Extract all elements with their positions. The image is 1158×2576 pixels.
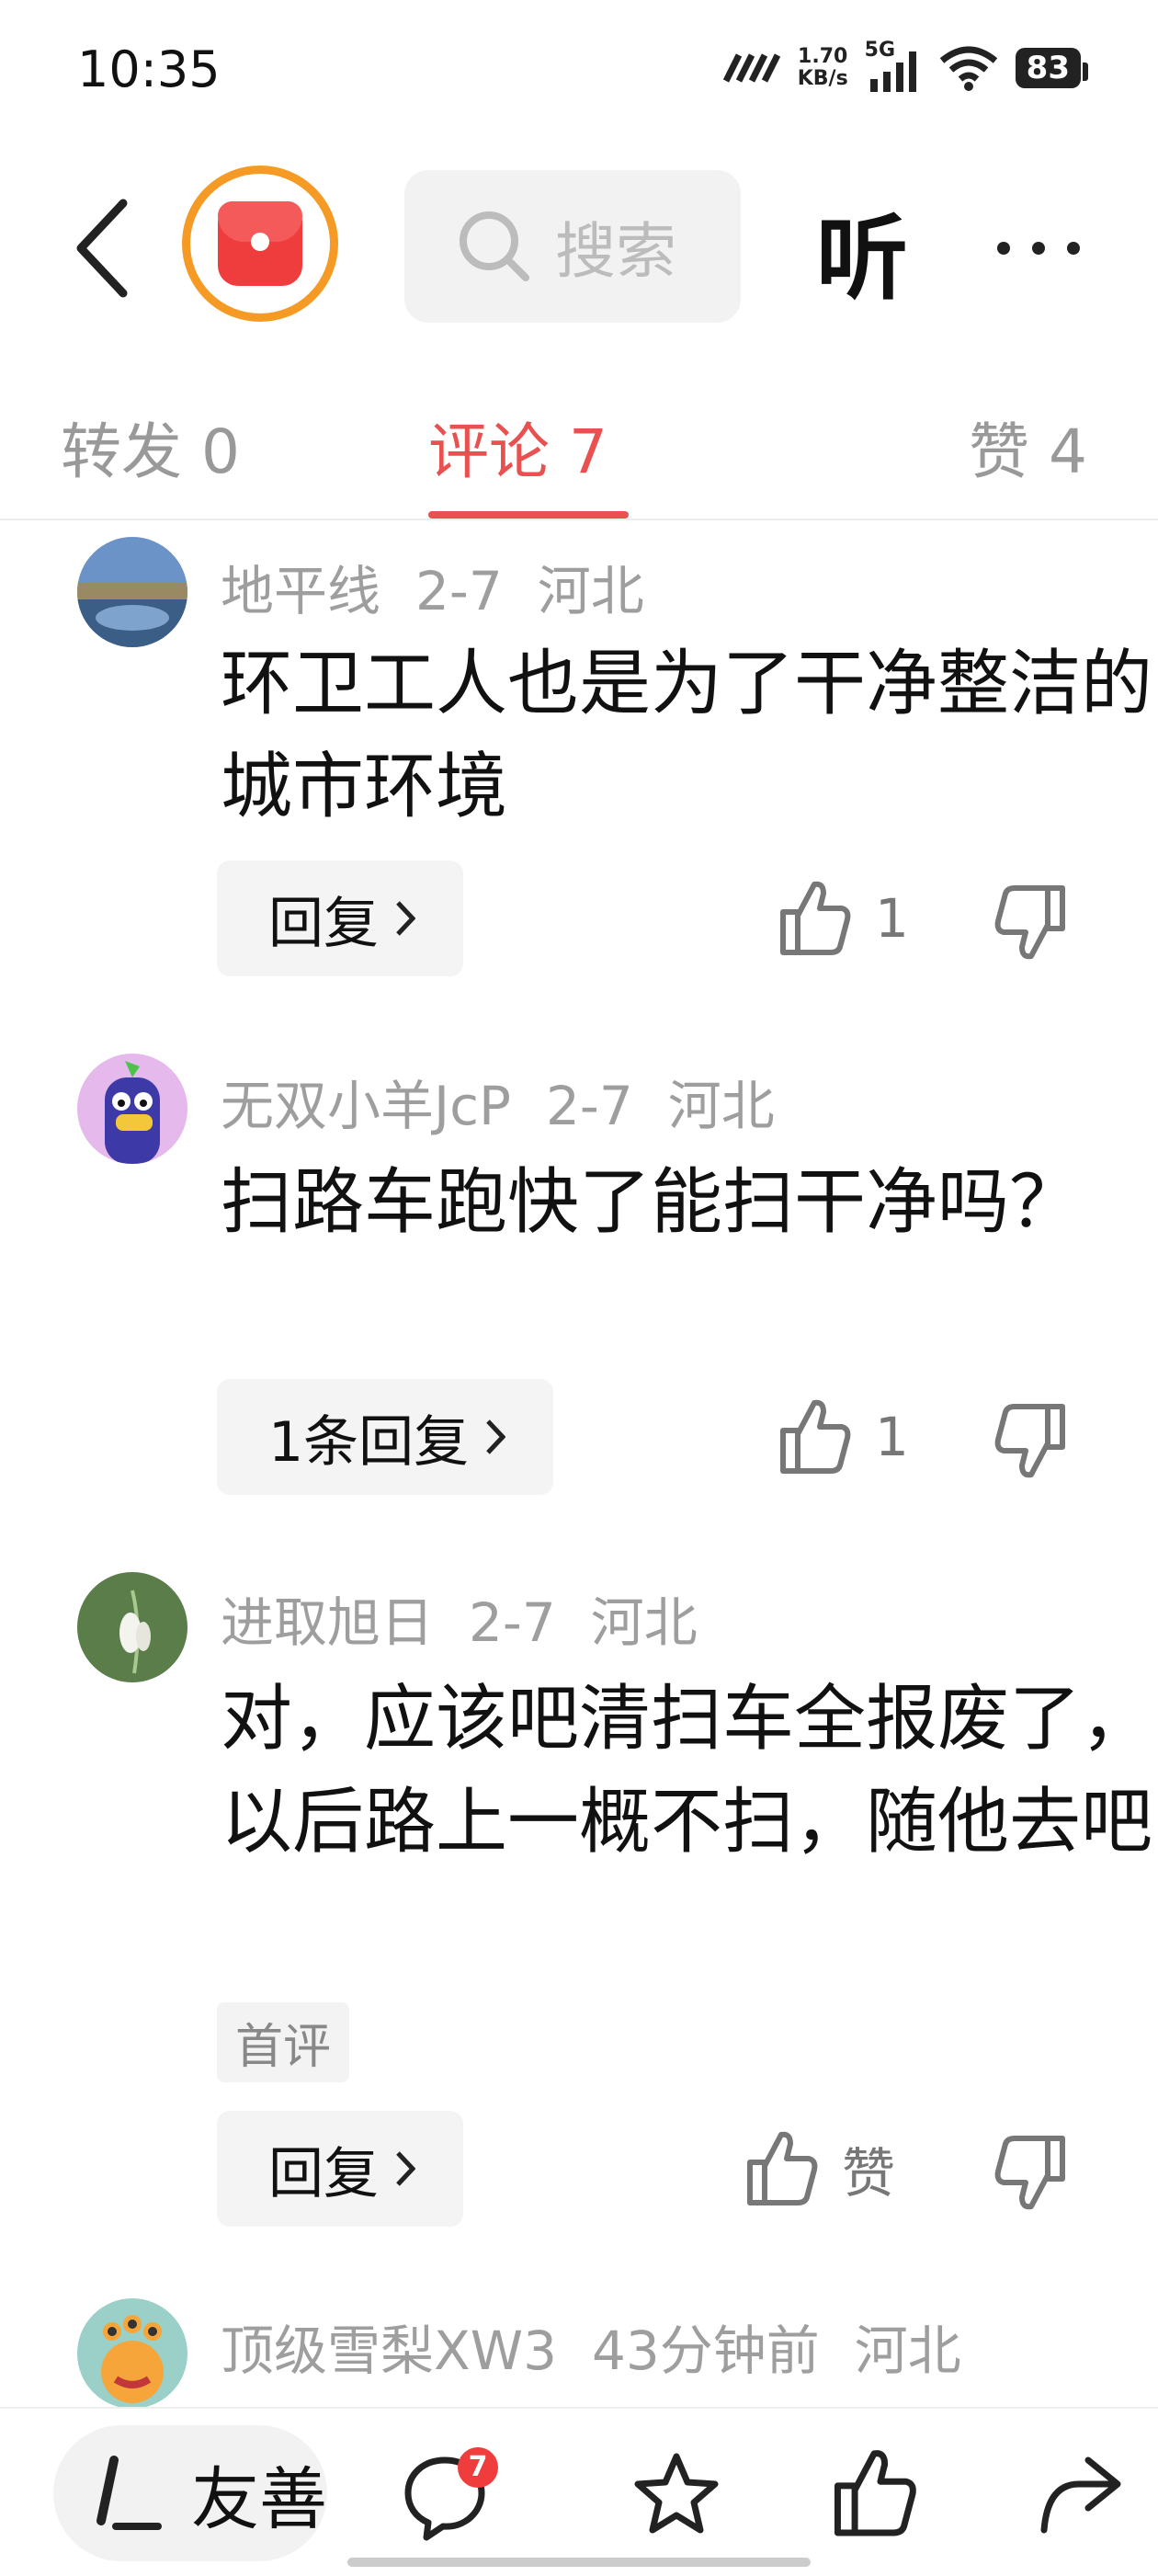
reply-button[interactable]: 回复 [217, 2111, 463, 2227]
active-tab-indicator [428, 511, 629, 519]
comment-username[interactable]: 地平线 [221, 560, 380, 622]
thumbs-up-icon [834, 2450, 916, 2536]
comment-text: 环卫工人也是为了干净整洁的城市环境 [221, 643, 1153, 828]
home-indicator[interactable] [347, 2558, 811, 2567]
search-placeholder: 搜索 [555, 216, 676, 287]
back-arrow-icon [76, 199, 128, 298]
comment-avatar[interactable] [77, 1054, 187, 1164]
comment-location: 河北 [667, 1075, 775, 1137]
thumbs-up-icon [780, 881, 851, 955]
battery-indicator: 83 [1015, 48, 1089, 88]
comment-count-badge: 7 [458, 2447, 498, 2488]
tab-likes[interactable]: 赞 4 [969, 403, 1087, 491]
back-button[interactable] [64, 193, 138, 303]
comment-location: 河北 [854, 2320, 961, 2382]
dislike-button[interactable] [994, 883, 1068, 965]
tab-divider [0, 519, 1158, 520]
status-icons: 1.70 KB/s 5G 83 [722, 39, 1089, 96]
comment-date: 43分钟前 [591, 2320, 820, 2382]
tab-repost[interactable]: 转发 0 [61, 403, 240, 491]
net-speed: 1.70 KB/s [797, 45, 848, 90]
chevron-right-icon [396, 901, 415, 936]
share-icon [1040, 2456, 1121, 2534]
comment-avatar[interactable] [77, 1572, 187, 1682]
signal-icon: 5G [865, 39, 922, 94]
thumbs-up-icon [747, 2131, 818, 2206]
star-icon [634, 2453, 719, 2534]
favorite-button[interactable] [630, 2449, 722, 2545]
comment-text: 扫路车跑快了能扫干净吗？ [221, 1161, 1082, 1244]
search-icon [460, 211, 529, 281]
search-input[interactable]: 搜索 [404, 170, 741, 323]
comment-date: 2-7 [415, 560, 503, 622]
comment-username[interactable]: 顶级雪梨XW3 [221, 2320, 557, 2382]
comment-location: 河北 [590, 1591, 698, 1654]
pen-icon [96, 2456, 162, 2530]
dislike-button[interactable] [994, 2133, 1068, 2216]
like-button[interactable]: 赞 [744, 2129, 895, 2208]
compose-label: 友善 [191, 2459, 327, 2539]
red-envelope-icon [218, 201, 302, 286]
comment-text: 对，应该吧清扫车全报废了，以后路上一概不扫，随他去吧 [221, 1678, 1153, 1864]
reply-button[interactable]: 回复 [217, 861, 463, 976]
thumbs-down-icon [994, 885, 1065, 960]
dislike-button[interactable] [994, 1401, 1068, 1484]
comment-meta: 顶级雪梨XW3 43分钟前 河北 [221, 2308, 996, 2385]
hd-icon [722, 53, 780, 83]
like-button[interactable]: 1 [778, 879, 909, 958]
comment-date: 2-7 [545, 1075, 633, 1137]
comment-avatar[interactable] [77, 2298, 187, 2409]
like-button[interactable]: 1 [778, 1397, 909, 1476]
compose-comment-button[interactable]: 友善 [53, 2425, 327, 2561]
comment-username[interactable]: 进取旭日 [221, 1591, 434, 1654]
author-avatar[interactable] [182, 165, 338, 322]
like-post-button[interactable] [831, 2447, 917, 2543]
first-comment-badge: 首评 [217, 2002, 350, 2082]
share-button[interactable] [1033, 2449, 1125, 2545]
comment-username[interactable]: 无双小羊JcP [221, 1075, 511, 1137]
comment-meta: 地平线 2-7 河北 [221, 548, 679, 625]
thumbs-down-icon [994, 2136, 1065, 2210]
tab-comments[interactable]: 评论 7 [428, 403, 607, 491]
listen-button[interactable]: 听 [816, 184, 908, 317]
comment-avatar[interactable] [77, 537, 187, 647]
comment-location: 河北 [537, 560, 644, 622]
wifi-icon [939, 46, 997, 91]
chevron-right-icon [486, 1419, 506, 1454]
more-button[interactable] [993, 202, 1084, 278]
comment-meta: 无双小羊JcP 2-7 河北 [221, 1063, 810, 1140]
thumbs-down-icon [994, 1404, 1065, 1478]
thumbs-up-icon [780, 1399, 851, 1474]
more-icon [997, 242, 1080, 255]
status-time: 10:35 [77, 40, 221, 98]
comment-date: 2-7 [469, 1591, 556, 1654]
reply-button[interactable]: 1条回复 [217, 1379, 554, 1495]
chevron-right-icon [396, 2151, 415, 2186]
comment-meta: 进取旭日 2-7 河北 [221, 1579, 732, 1657]
